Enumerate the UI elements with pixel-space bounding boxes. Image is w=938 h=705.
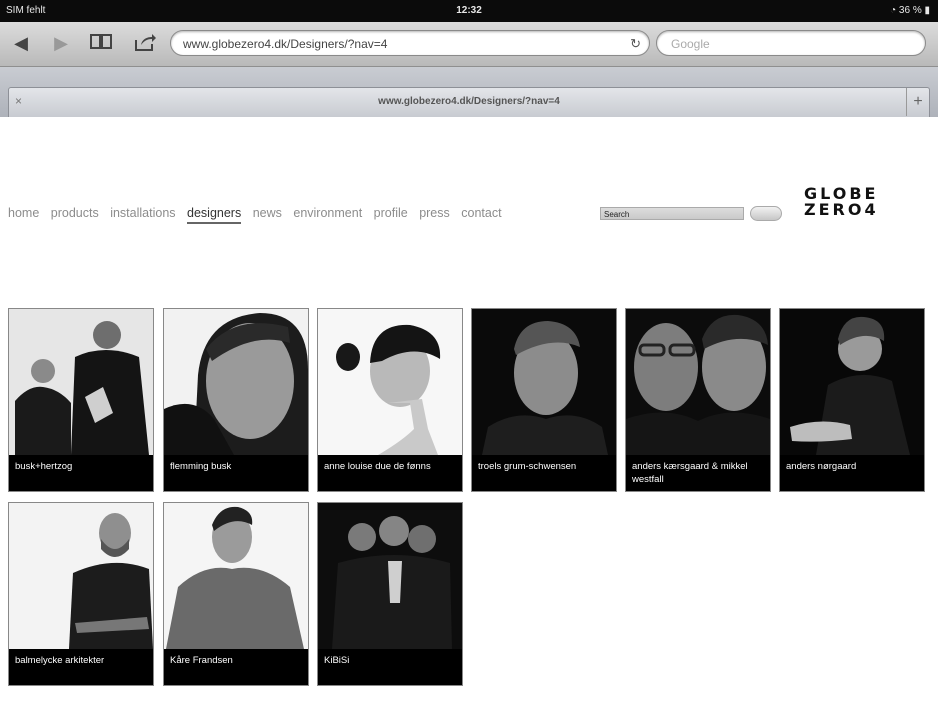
- designer-name: Kåre Frandsen: [170, 655, 233, 666]
- designer-name: flemming busk: [170, 461, 232, 472]
- status-bar: SIM fehlt 12:32 ◔ 36 % ▮: [0, 0, 938, 22]
- designer-card[interactable]: KiBiSi: [317, 502, 463, 686]
- designer-name: anders nørgaard: [786, 461, 857, 472]
- designer-photo: [472, 309, 616, 455]
- battery-label: 36 %: [898, 5, 922, 16]
- site-search-input[interactable]: Search: [600, 207, 744, 220]
- designer-card[interactable]: anders kærsgaard & mikkel westfall: [625, 308, 771, 492]
- nav-designers[interactable]: designers: [187, 206, 242, 224]
- forward-icon[interactable]: ▶: [48, 32, 74, 54]
- nav-contact[interactable]: contact: [461, 206, 501, 220]
- site-search-button[interactable]: [750, 206, 782, 221]
- reload-icon[interactable]: ↻: [630, 31, 641, 57]
- search-input[interactable]: Google: [656, 30, 926, 56]
- nav-environment[interactable]: environment: [293, 206, 362, 220]
- battery-indicator: ◔ 36 % ▮: [890, 5, 930, 16]
- designer-photo: [626, 309, 770, 455]
- designer-photo: [164, 309, 308, 455]
- logo-line-2: ZERO4: [804, 200, 879, 219]
- designer-photo: [780, 309, 924, 455]
- designer-card[interactable]: busk+hertzog: [8, 308, 154, 492]
- tab-bar: × www.globezero4.dk/Designers/?nav=4 +: [0, 67, 938, 117]
- back-icon[interactable]: ◀: [8, 32, 34, 54]
- address-bar[interactable]: www.globezero4.dk/Designers/?nav=4 ↻: [170, 30, 650, 56]
- designer-name: anders kærsgaard & mikkel westfall: [632, 461, 748, 485]
- designer-name: anne louise due de fønns: [324, 461, 431, 472]
- designer-card[interactable]: Kåre Frandsen: [163, 502, 309, 686]
- tab-title: www.globezero4.dk/Designers/?nav=4: [378, 96, 560, 107]
- designer-name: troels grum-schwensen: [478, 461, 577, 472]
- new-tab-icon[interactable]: +: [906, 88, 929, 116]
- designer-photo: [164, 503, 308, 649]
- browser-toolbar: ◀ ▶ www.globezero4.dk/Designers/?nav=4 ↻…: [0, 22, 938, 67]
- globezero4-logo[interactable]: GLOBE ZERO4: [804, 186, 930, 218]
- nav-home[interactable]: home: [8, 206, 39, 220]
- designer-card[interactable]: flemming busk: [163, 308, 309, 492]
- address-text: www.globezero4.dk/Designers/?nav=4: [183, 37, 388, 51]
- designer-card[interactable]: balmelycke arkitekter: [8, 502, 154, 686]
- designer-photo: [318, 309, 462, 455]
- site-nav: home products installations designers ne…: [8, 206, 510, 224]
- bookmarks-icon[interactable]: [88, 32, 114, 54]
- designer-card[interactable]: troels grum-schwensen: [471, 308, 617, 492]
- designer-name: KiBiSi: [324, 655, 350, 666]
- share-icon[interactable]: [132, 32, 158, 54]
- designer-name: busk+hertzog: [15, 461, 73, 472]
- clock: 12:32: [456, 5, 482, 16]
- designer-photo: [9, 309, 153, 455]
- designer-card[interactable]: anders nørgaard: [779, 308, 925, 492]
- nav-profile[interactable]: profile: [374, 206, 408, 220]
- nav-press[interactable]: press: [419, 206, 450, 220]
- designer-card[interactable]: anne louise due de fønns: [317, 308, 463, 492]
- nav-products[interactable]: products: [51, 206, 99, 220]
- designer-name: balmelycke arkitekter: [15, 655, 105, 666]
- designer-photo: [9, 503, 153, 649]
- tab-current[interactable]: × www.globezero4.dk/Designers/?nav=4 +: [8, 87, 930, 117]
- nav-installations[interactable]: installations: [110, 206, 175, 220]
- nav-news[interactable]: news: [253, 206, 282, 220]
- designer-photo: [318, 503, 462, 649]
